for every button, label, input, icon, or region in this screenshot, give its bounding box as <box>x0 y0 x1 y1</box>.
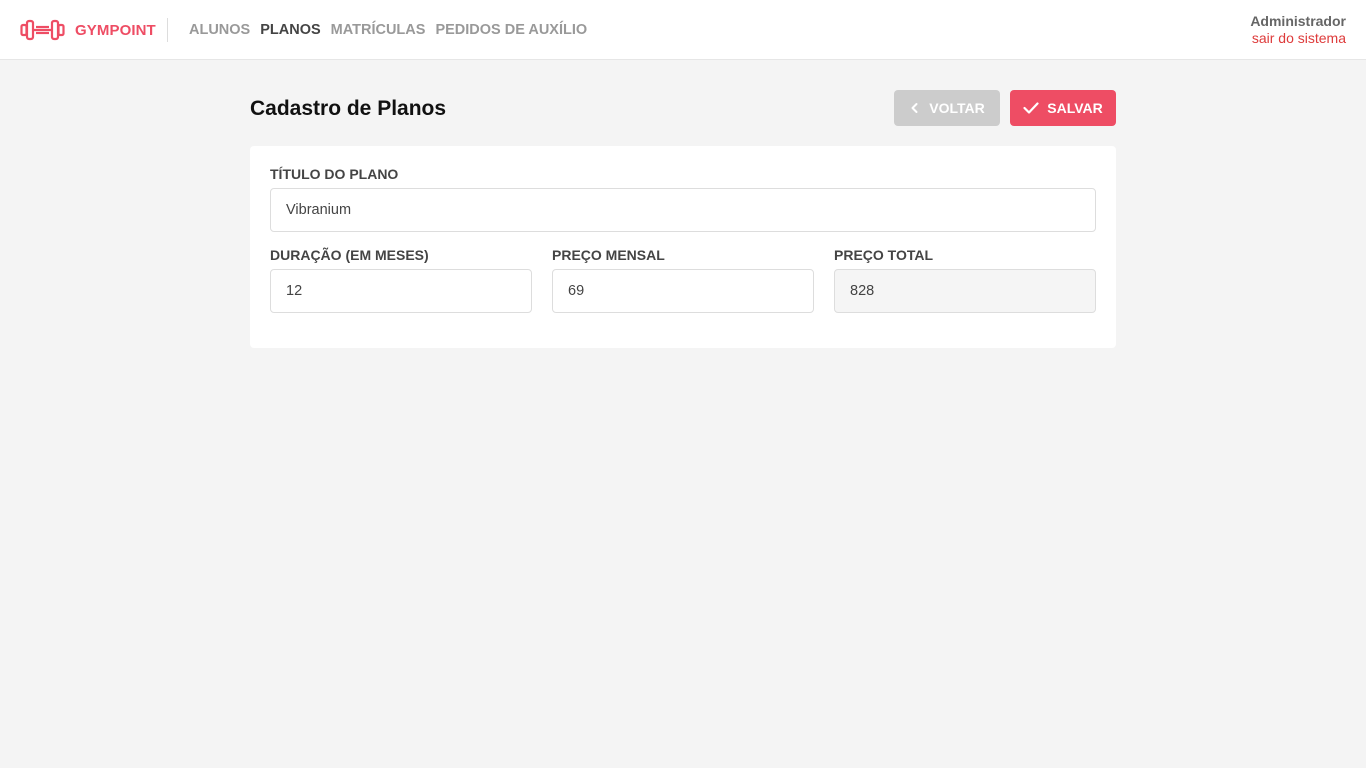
page-header: Cadastro de Planos VOLTAR SALVAR <box>250 90 1116 126</box>
brand-name: GYMPOINT <box>75 21 156 39</box>
nav-item-planos[interactable]: PLANOS <box>260 21 320 39</box>
plan-form: TÍTULO DO PLANO DURAÇÃO (EM MESES) PREÇO… <box>250 146 1116 348</box>
back-button[interactable]: VOLTAR <box>894 90 1000 126</box>
check-icon <box>1023 101 1039 115</box>
navbar-divider <box>167 18 168 42</box>
monthly-price-input[interactable] <box>552 269 814 313</box>
total-price-input <box>834 269 1096 313</box>
nav-item-alunos[interactable]: ALUNOS <box>189 21 250 39</box>
save-button-label: SALVAR <box>1047 100 1103 116</box>
plan-title-label: TÍTULO DO PLANO <box>270 166 399 182</box>
save-button[interactable]: SALVAR <box>1010 90 1116 126</box>
dumbbell-icon <box>20 19 65 41</box>
main-nav: ALUNOS PLANOS MATRÍCULAS PEDIDOS DE AUXÍ… <box>189 21 587 39</box>
total-price-label: PREÇO TOTAL <box>834 247 934 263</box>
brand-logo[interactable]: GYMPOINT <box>20 19 156 41</box>
nav-item-matriculas[interactable]: MATRÍCULAS <box>331 21 426 39</box>
page-title: Cadastro de Planos <box>250 97 447 120</box>
monthly-price-label: PREÇO MENSAL <box>552 247 665 263</box>
top-navbar: GYMPOINT ALUNOS PLANOS MATRÍCULAS PEDIDO… <box>0 0 1366 60</box>
user-panel: Administrador sair do sistema <box>1250 13 1346 47</box>
user-name: Administrador <box>1250 13 1346 29</box>
duration-label: DURAÇÃO (EM MESES) <box>270 247 429 263</box>
chevron-left-icon <box>909 102 921 114</box>
plan-title-input[interactable] <box>270 188 1096 232</box>
duration-input[interactable] <box>270 269 532 313</box>
nav-item-pedidos-de-auxilio[interactable]: PEDIDOS DE AUXÍLIO <box>435 21 587 39</box>
logout-link[interactable]: sair do sistema <box>1250 30 1346 47</box>
back-button-label: VOLTAR <box>929 100 985 116</box>
